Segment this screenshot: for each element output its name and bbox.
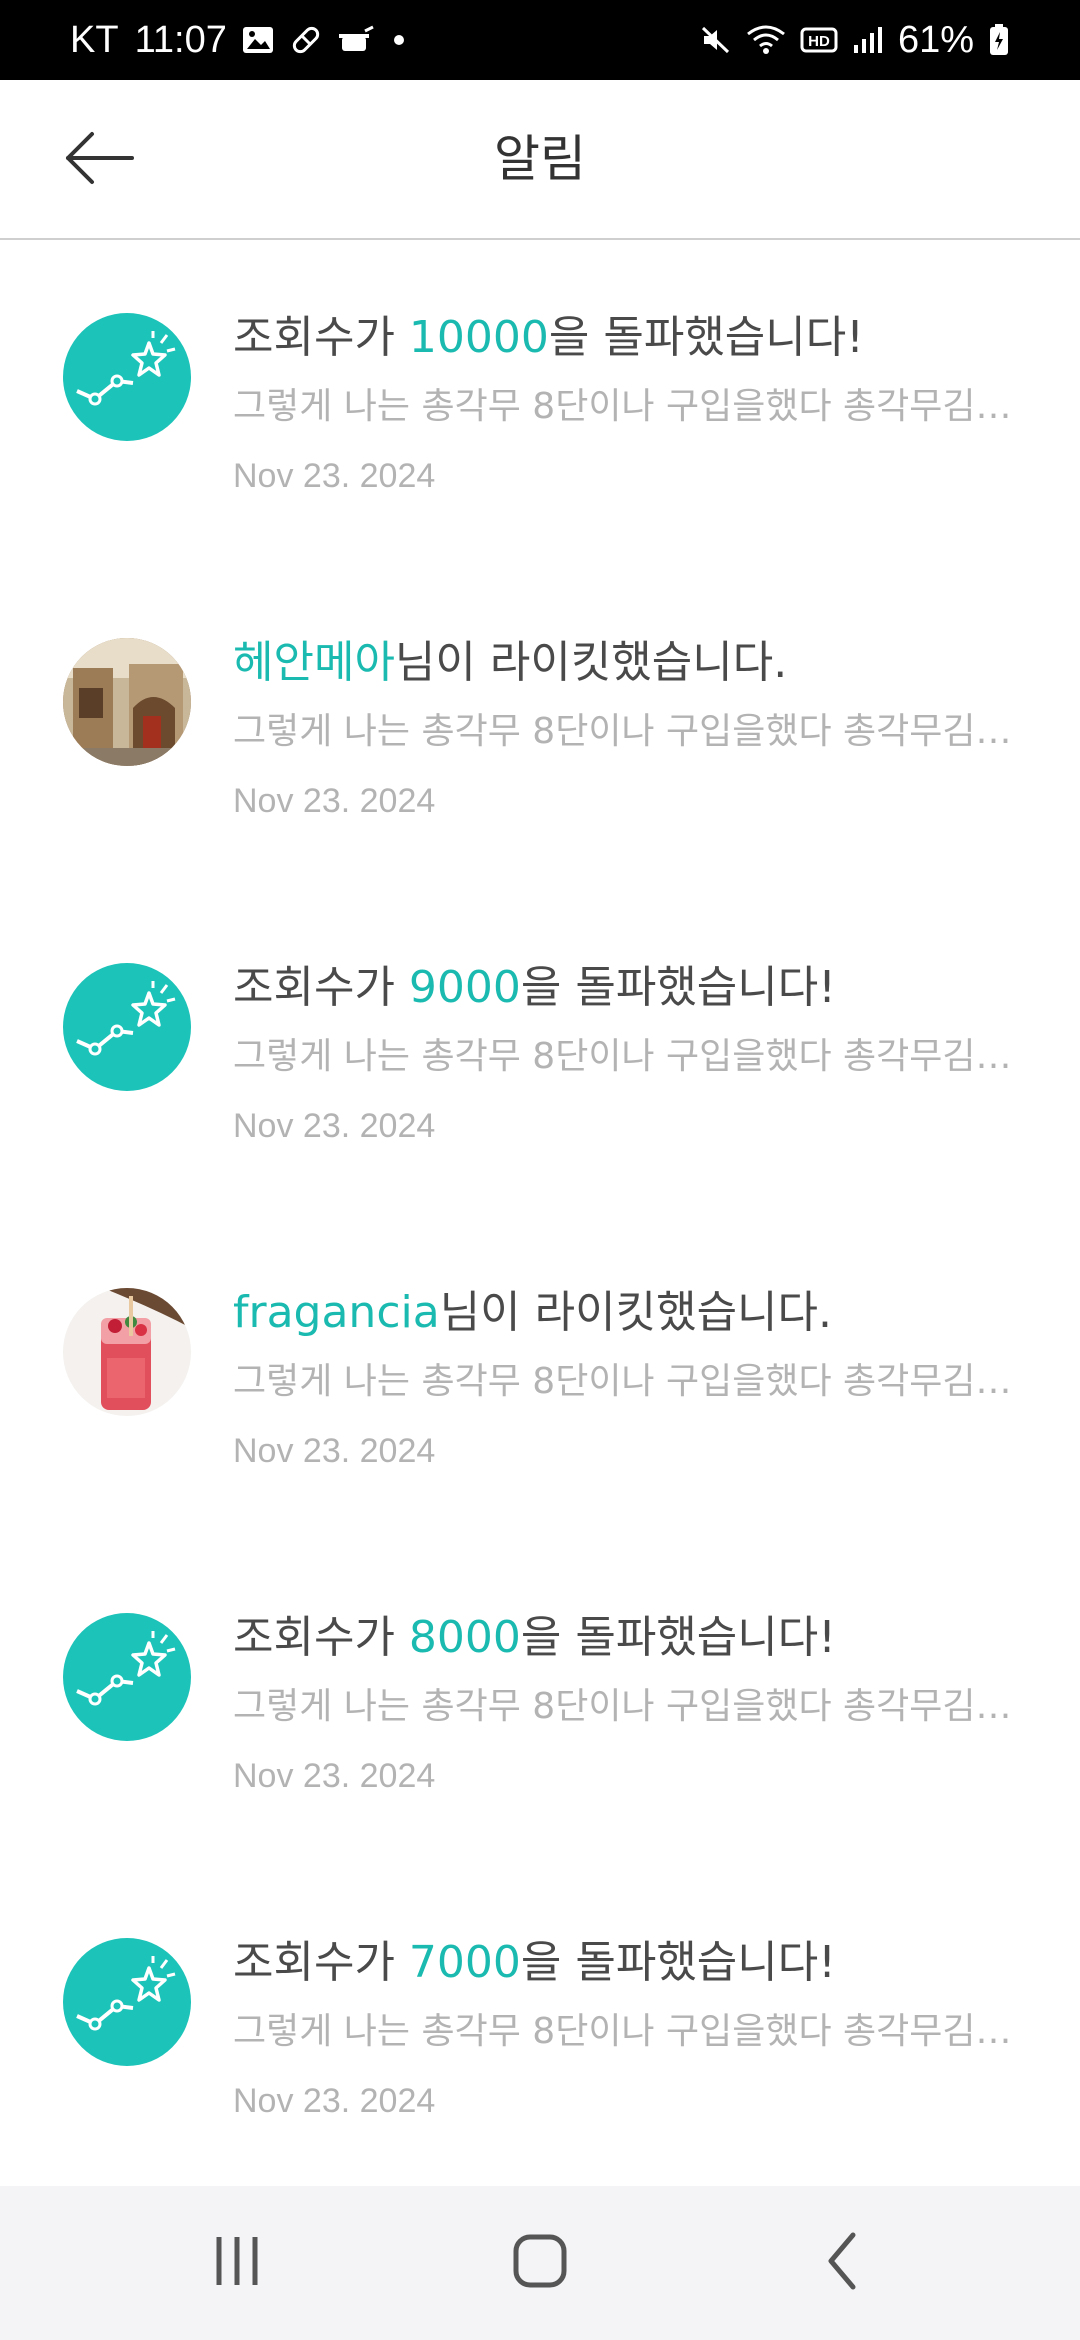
- title-suffix: 을 돌파했습니다!: [520, 962, 836, 1013]
- notification-date: Nov 23. 2024: [233, 457, 436, 495]
- title-prefix: 조회수가: [233, 1937, 409, 1988]
- trend-star-icon: [63, 1938, 191, 2066]
- notification-content: 조회수가 7000을 돌파했습니다! 그렇게 나는 총각무 8단이나 구입을했다…: [233, 1933, 1023, 2123]
- signal-icon: [852, 25, 884, 55]
- wifi-icon: [746, 24, 786, 56]
- notification-date: Nov 23. 2024: [233, 2082, 436, 2120]
- title-highlight[interactable]: fragancia: [233, 1287, 440, 1338]
- notification-content: 조회수가 10000을 돌파했습니다! 그렇게 나는 총각무 8단이나 구입을했…: [233, 308, 1023, 498]
- battery-charging-icon: [988, 23, 1010, 57]
- carrier-label: KT: [70, 18, 119, 61]
- notification-content: 조회수가 8000을 돌파했습니다! 그렇게 나는 총각무 8단이나 구입을했다…: [233, 1608, 1023, 1798]
- notification-preview: 그렇게 나는 총각무 8단이나 구입을했다 총각무김치 담그기: [233, 711, 1013, 752]
- notification-title: 조회수가 9000을 돌파했습니다!: [233, 958, 1023, 1018]
- title-prefix: 조회수가: [233, 1612, 409, 1663]
- title-highlight: 8000: [408, 1612, 521, 1663]
- title-suffix: 을 돌파했습니다!: [548, 312, 864, 363]
- title-prefix: 조회수가: [233, 962, 409, 1013]
- recent-apps-button[interactable]: [157, 2186, 317, 2340]
- page-title: 알림: [494, 130, 586, 188]
- svg-text:HD: HD: [808, 33, 830, 50]
- notification-content: 조회수가 9000을 돌파했습니다! 그렇게 나는 총각무 8단이나 구입을했다…: [233, 958, 1023, 1148]
- notification-date: Nov 23. 2024: [233, 782, 436, 820]
- trend-star-icon: [63, 963, 191, 1091]
- notification-item[interactable]: 조회수가 8000을 돌파했습니다! 그렇게 나는 총각무 8단이나 구입을했다…: [0, 1540, 1080, 1865]
- notification-title: 조회수가 7000을 돌파했습니다!: [233, 1933, 1023, 1993]
- title-suffix: 을 돌파했습니다!: [520, 1937, 836, 1988]
- pill-icon: [289, 23, 323, 57]
- title-suffix: 님이 라이킷했습니다.: [439, 1287, 832, 1338]
- notification-item[interactable]: 헤안메아님이 라이킷했습니다. 그렇게 나는 총각무 8단이나 구입을했다 총각…: [0, 565, 1080, 890]
- notification-item[interactable]: 조회수가 9000을 돌파했습니다! 그렇게 나는 총각무 8단이나 구입을했다…: [0, 890, 1080, 1215]
- notification-item[interactable]: 조회수가 10000을 돌파했습니다! 그렇게 나는 총각무 8단이나 구입을했…: [0, 240, 1080, 565]
- status-right: HD 61%: [700, 0, 1010, 80]
- title-highlight[interactable]: 헤안메아: [233, 637, 395, 688]
- hd-voice-icon: HD: [800, 25, 838, 55]
- home-button[interactable]: [460, 2186, 620, 2340]
- clock: 11:07: [134, 18, 227, 61]
- title-prefix: 조회수가: [233, 312, 409, 363]
- status-bar: KT 11:07 HD 61%: [0, 0, 1080, 80]
- nav-back-button[interactable]: [763, 2186, 923, 2340]
- notification-date: Nov 23. 2024: [233, 1757, 436, 1795]
- title-highlight: 9000: [408, 962, 521, 1013]
- home-icon: [510, 2231, 570, 2295]
- title-suffix: 님이 라이킷했습니다.: [394, 637, 788, 688]
- notification-preview: 그렇게 나는 총각무 8단이나 구입을했다 총각무김치 담그기: [233, 1361, 1013, 1402]
- notification-content: 헤안메아님이 라이킷했습니다. 그렇게 나는 총각무 8단이나 구입을했다 총각…: [233, 633, 1023, 823]
- chevron-left-icon: [813, 2231, 873, 2295]
- mute-icon: [700, 24, 732, 56]
- notification-preview: 그렇게 나는 총각무 8단이나 구입을했다 총각무김치 담그기: [233, 1036, 1013, 1077]
- recent-apps-icon: [207, 2231, 267, 2295]
- gallery-icon: [241, 25, 275, 55]
- avatar: [63, 1288, 191, 1416]
- title-suffix: 을 돌파했습니다!: [520, 1612, 836, 1663]
- notification-date: Nov 23. 2024: [233, 1107, 436, 1145]
- trend-star-icon: [63, 1613, 191, 1741]
- notification-title: fragancia님이 라이킷했습니다.: [233, 1283, 1023, 1343]
- system-nav-bar: [0, 2186, 1080, 2340]
- notification-title: 헤안메아님이 라이킷했습니다.: [233, 633, 1023, 693]
- title-highlight: 10000: [408, 312, 549, 363]
- battery-percent: 61%: [897, 18, 974, 61]
- avatar: [63, 638, 191, 766]
- notification-item[interactable]: fragancia님이 라이킷했습니다. 그렇게 나는 총각무 8단이나 구입을…: [0, 1215, 1080, 1540]
- trend-star-icon: [63, 313, 191, 441]
- notification-item[interactable]: 조회수가 7000을 돌파했습니다! 그렇게 나는 총각무 8단이나 구입을했다…: [0, 1865, 1080, 2190]
- notification-title: 조회수가 8000을 돌파했습니다!: [233, 1608, 1023, 1668]
- notification-preview: 그렇게 나는 총각무 8단이나 구입을했다 총각무김치 담그기: [233, 1686, 1013, 1727]
- status-left: KT 11:07: [70, 0, 409, 80]
- notification-title: 조회수가 10000을 돌파했습니다!: [233, 308, 1023, 368]
- notification-preview: 그렇게 나는 총각무 8단이나 구입을했다 총각무김치 담그기: [233, 386, 1013, 427]
- notification-preview: 그렇게 나는 총각무 8단이나 구입을했다 총각무김치 담그기: [233, 2011, 1013, 2052]
- notification-content: fragancia님이 라이킷했습니다. 그렇게 나는 총각무 8단이나 구입을…: [233, 1283, 1023, 1473]
- title-highlight: 7000: [408, 1937, 521, 1988]
- notification-dot-icon: [389, 30, 409, 50]
- cooking-pot-icon: [337, 25, 375, 55]
- app-bar: 알림: [0, 80, 1080, 240]
- notification-date: Nov 23. 2024: [233, 1432, 436, 1470]
